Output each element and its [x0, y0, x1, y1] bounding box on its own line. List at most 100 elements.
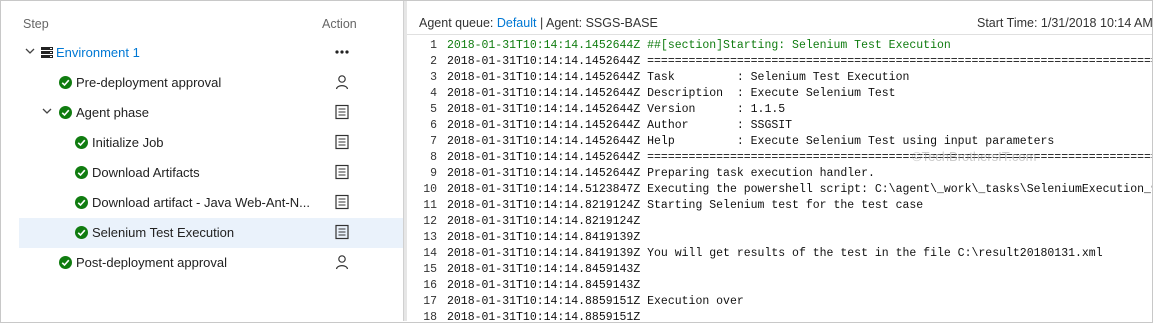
log-line-text: 2018-01-31T10:14:14.1452644Z ===========… — [447, 151, 1152, 164]
log-line-text: 2018-01-31T10:14:14.8859151Z — [447, 311, 641, 321]
log-line-text: 2018-01-31T10:14:14.8459143Z — [447, 279, 641, 292]
person-icon[interactable] — [334, 254, 350, 270]
log-line-number: 14 — [423, 247, 437, 260]
environment-label: Environment 1 — [56, 45, 140, 60]
step-label: Download Artifacts — [92, 165, 200, 180]
log-line-text: 2018-01-31T10:14:14.1452644Z Help : Exec… — [447, 135, 1055, 148]
log-line-number: 2 — [430, 55, 437, 68]
step-label: Selenium Test Execution — [92, 225, 235, 240]
agent-queue-link[interactable]: Default — [497, 16, 537, 30]
steps-panel: Step Action Environment 1 Pre-deployment… — [1, 1, 403, 321]
log-icon[interactable] — [334, 134, 350, 150]
log-line-number: 12 — [423, 215, 437, 228]
log-line: 1 2018-01-31T10:14:14.1452644Z ##[section… — [407, 39, 1152, 55]
log-line: 14 2018-01-31T10:14:14.8419139Z You will … — [407, 247, 1152, 263]
step-label: Pre-deployment approval — [76, 75, 222, 90]
log-output: 1 2018-01-31T10:14:14.1452644Z ##[section… — [407, 39, 1152, 321]
log-line: 9 2018-01-31T10:14:14.1452644Z Preparing … — [407, 167, 1152, 183]
log-line-number: 6 — [430, 119, 437, 132]
log-line: 16 2018-01-31T10:14:14.8459143Z — [407, 279, 1152, 295]
steps-header: Step Action — [1, 1, 403, 31]
log-line-text: 2018-01-31T10:14:14.1452644Z Author : SS… — [447, 119, 793, 132]
log-line-text: 2018-01-31T10:14:14.8419139Z — [447, 231, 641, 244]
agent-queue-label: Agent queue: — [419, 16, 494, 30]
log-line-text: 2018-01-31T10:14:14.1452644Z Version : 1… — [447, 103, 786, 116]
log-line-text: 2018-01-31T10:14:14.1452644Z ===========… — [447, 55, 1152, 68]
step-environment[interactable]: Environment 1 — [19, 38, 403, 68]
log-line: 7 2018-01-31T10:14:14.1452644Z Help : Exe… — [407, 135, 1152, 151]
agent-name: | Agent: SSGS-BASE — [539, 16, 658, 30]
chevron-down-icon[interactable] — [25, 46, 35, 56]
log-line-text: 2018-01-31T10:14:14.1452644Z ##[section]… — [447, 39, 951, 52]
success-icon — [59, 256, 72, 269]
log-line: 5 2018-01-31T10:14:14.1452644Z Version : … — [407, 103, 1152, 119]
log-line-text: 2018-01-31T10:14:14.8219124Z Starting Se… — [447, 199, 924, 212]
log-line-text: 2018-01-31T10:14:14.8219124Z — [447, 215, 641, 228]
step-label: Post-deployment approval — [76, 255, 228, 270]
log-line-number: 8 — [430, 151, 437, 164]
step-label: Initialize Job — [92, 135, 164, 150]
log-line: 18 2018-01-31T10:14:14.8859151Z — [407, 311, 1152, 321]
log-line: 12 2018-01-31T10:14:14.8219124Z — [407, 215, 1152, 231]
log-line-text: 2018-01-31T10:14:14.1452644Z Preparing t… — [447, 167, 875, 180]
log-line-number: 9 — [430, 167, 437, 180]
agent-info: Agent queue: Default | Agent: SSGS-BASE — [419, 16, 658, 30]
success-icon — [75, 136, 88, 149]
log-line: 11 2018-01-31T10:14:14.8219124Z Starting … — [407, 199, 1152, 215]
log-line: 4 2018-01-31T10:14:14.1452644Z Descriptio… — [407, 87, 1152, 103]
step-selenium-test-execution[interactable]: Selenium Test Execution — [19, 218, 403, 248]
success-icon — [59, 106, 72, 119]
log-line-number: 4 — [430, 87, 437, 100]
log-line-number: 10 — [423, 183, 437, 196]
log-line: 3 2018-01-31T10:14:14.1452644Z Task : Sel… — [407, 71, 1152, 87]
start-time: Start Time: 1/31/2018 10:14 AM — [977, 16, 1152, 30]
action-column-header: Action — [322, 17, 357, 31]
more-icon[interactable] — [334, 44, 350, 60]
log-line-number: 7 — [430, 135, 437, 148]
log-line-number: 11 — [423, 199, 437, 212]
log-icon[interactable] — [334, 224, 350, 240]
step-column-header: Step — [23, 17, 49, 31]
step-pre-deployment-approval[interactable]: Pre-deployment approval — [19, 68, 403, 98]
log-header: Agent queue: Default | Agent: SSGS-BASE … — [407, 1, 1152, 35]
log-line: 10 2018-01-31T10:14:14.5123847Z Executing… — [407, 183, 1152, 199]
log-panel: Agent queue: Default | Agent: SSGS-BASE … — [407, 1, 1152, 321]
step-label: Agent phase — [76, 105, 150, 120]
log-line-number: 15 — [423, 263, 437, 276]
log-icon[interactable] — [334, 194, 350, 210]
log-line: 13 2018-01-31T10:14:14.8419139Z — [407, 231, 1152, 247]
step-initialize-job[interactable]: Initialize Job — [19, 128, 403, 158]
log-line-number: 13 — [423, 231, 437, 244]
log-line-text: 2018-01-31T10:14:14.8859151Z Execution o… — [447, 295, 744, 308]
step-download-artifacts[interactable]: Download Artifacts — [19, 158, 403, 188]
log-line-number: 5 — [430, 103, 437, 116]
log-line: 2 2018-01-31T10:14:14.1452644Z ==========… — [407, 55, 1152, 71]
log-line: 6 2018-01-31T10:14:14.1452644Z Author : S… — [407, 119, 1152, 135]
log-icon[interactable] — [334, 164, 350, 180]
success-icon — [59, 76, 72, 89]
success-icon — [75, 166, 88, 179]
server-icon — [41, 47, 53, 58]
log-line-text: 2018-01-31T10:14:14.5123847Z Executing t… — [447, 183, 1152, 196]
log-line-number: 17 — [423, 295, 437, 308]
step-download-artifact-java[interactable]: Download artifact - Java Web-Ant-N... — [19, 188, 403, 218]
step-label: Download artifact - Java Web-Ant-N... — [92, 195, 310, 210]
log-line-text: 2018-01-31T10:14:14.1452644Z Task : Sele… — [447, 71, 910, 84]
person-icon[interactable] — [334, 74, 350, 90]
log-line-number: 18 — [423, 311, 437, 321]
success-icon — [75, 226, 88, 239]
log-line: 15 2018-01-31T10:14:14.8459143Z — [407, 263, 1152, 279]
log-line-text: 2018-01-31T10:14:14.8459143Z — [447, 263, 641, 276]
step-agent-phase[interactable]: Agent phase — [19, 98, 403, 128]
chevron-down-icon[interactable] — [42, 106, 52, 116]
success-icon — [75, 196, 88, 209]
log-line: 17 2018-01-31T10:14:14.8859151Z Execution… — [407, 295, 1152, 311]
log-line-text: 2018-01-31T10:14:14.1452644Z Description… — [447, 87, 896, 100]
step-post-deployment-approval[interactable]: Post-deployment approval — [19, 248, 403, 278]
log-line-text: 2018-01-31T10:14:14.8419139Z You will ge… — [447, 247, 1103, 260]
log-icon[interactable] — [334, 104, 350, 120]
log-line-number: 1 — [430, 39, 437, 52]
log-line-number: 3 — [430, 71, 437, 84]
log-line: 8 2018-01-31T10:14:14.1452644Z ==========… — [407, 151, 1152, 167]
log-line-number: 16 — [423, 279, 437, 292]
